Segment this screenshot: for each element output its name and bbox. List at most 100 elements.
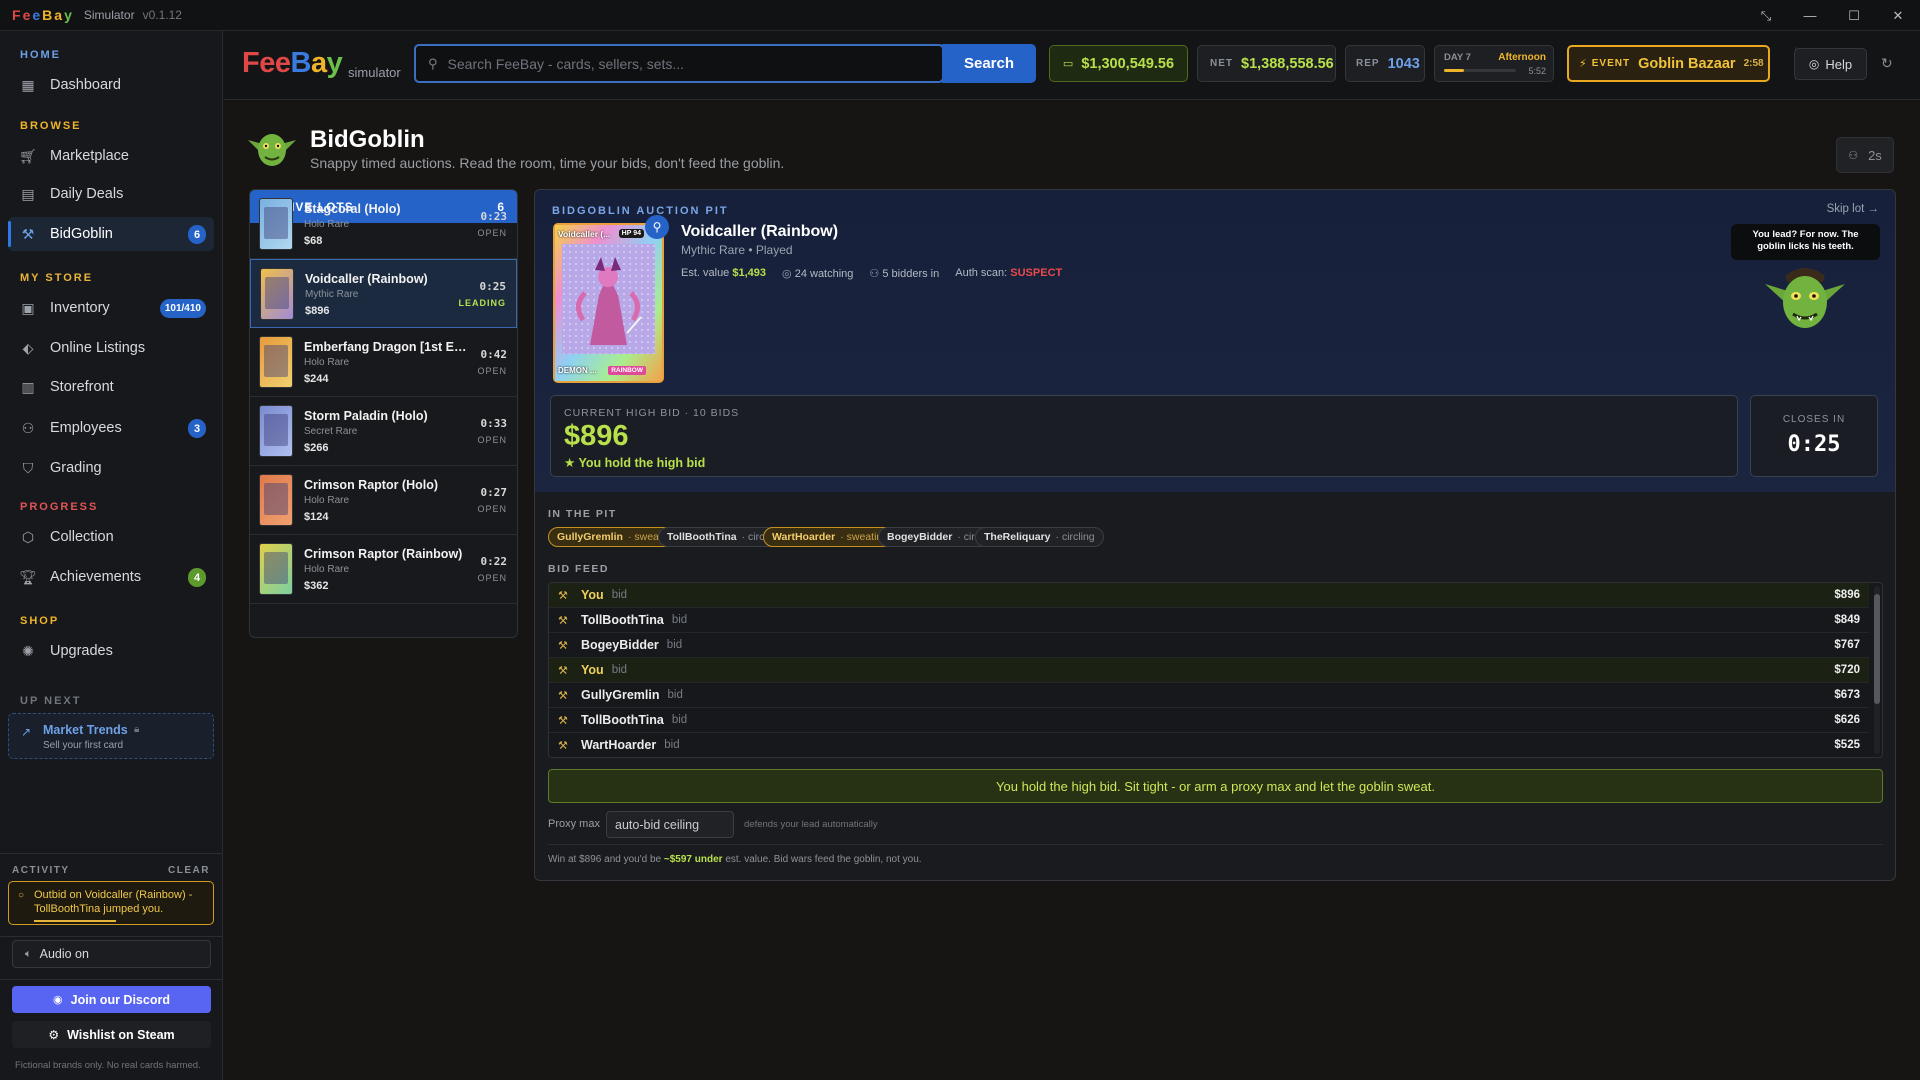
proxy-label: Proxy max	[548, 818, 600, 830]
lot-status: OPEN	[477, 435, 507, 445]
bid-feed-row: ⚒ TollBoothTina bid $626	[549, 708, 1869, 733]
sidebar-item-upgrades[interactable]: ✺ Upgrades	[8, 634, 214, 668]
gavel-icon: ⚒	[558, 714, 568, 727]
lot-name: Voidcaller (Rainbow)	[305, 272, 428, 286]
lot-item[interactable]: Emberfang Dragon [1st Ed]... Holo Rare $24…	[250, 328, 517, 397]
calendar-icon: ▤	[21, 185, 35, 202]
live-lots-panel: ⚒ LIVE LOTS 6 Stagcoral (Holo)Holo Rare$…	[249, 189, 518, 638]
search-button[interactable]: Search	[942, 44, 1036, 83]
closes-label: CLOSES IN	[1782, 414, 1846, 425]
est-value: Est. value $1,493	[681, 267, 767, 279]
page-subtitle: Snappy timed auctions. Read the room, ti…	[310, 155, 785, 171]
bidder-name: WartHoarder	[581, 738, 657, 752]
activity-divider	[0, 853, 222, 854]
activity-clear-button[interactable]: CLEAR	[168, 865, 210, 876]
help-button[interactable]: ◎ Help	[1794, 48, 1867, 80]
bid-action: bid	[666, 639, 683, 651]
discord-button[interactable]: ◉ Join our Discord	[12, 986, 211, 1013]
maximize-icon[interactable]: ☐	[1832, 0, 1876, 31]
lot-thumbnail	[259, 198, 293, 250]
links-divider	[0, 979, 222, 980]
pit-footer-note: Win at $896 and you'd be ~$597 under est…	[548, 854, 922, 865]
sidebar-item-grading[interactable]: ⛉ Grading	[8, 451, 214, 485]
sidebar-item-employees[interactable]: ⚇ Employees 3	[8, 411, 214, 445]
activity-label: ACTIVITY	[12, 865, 70, 876]
proxy-max-input[interactable]	[606, 811, 734, 838]
section-home: HOME	[20, 49, 61, 61]
card-hp: HP 94	[618, 229, 644, 238]
closes-in-box: CLOSES IN 0:25	[1750, 395, 1878, 477]
store-icon: ▥	[21, 378, 35, 395]
lot-status: OPEN	[477, 573, 507, 583]
feed-scrollbar[interactable]	[1874, 586, 1880, 754]
lot-name: Crimson Raptor (Holo)	[304, 478, 439, 492]
skip-lot-button[interactable]: Skip lot →	[1827, 203, 1879, 215]
bidder-name: GullyGremlin	[581, 688, 660, 702]
section-my-store: MY STORE	[20, 272, 94, 284]
time-of-day: Afternoon	[1498, 52, 1546, 63]
card-name: Voidcaller (Rainbow)	[681, 223, 839, 240]
proxy-hint: defends your lead automatically	[744, 819, 878, 830]
bidder-chip: WartHoarder · sweating	[763, 527, 898, 547]
sidebar-item-collection[interactable]: ⬡ Collection	[8, 520, 214, 554]
cash-display: ▭ $1,300,549.56	[1049, 45, 1188, 82]
card-art[interactable]: Voidcaller (... HP 94 DEMON ... RAINBOW	[553, 223, 664, 383]
lot-rarity: Holo Rare	[304, 495, 350, 506]
reset-icon[interactable]: ↻	[1881, 55, 1893, 72]
lot-rarity: Mythic Rare	[305, 289, 359, 300]
sidebar-item-storefront[interactable]: ▥ Storefront	[8, 370, 214, 404]
lot-item[interactable]: Voidcaller (Rainbow) Mythic Rare $896 0:25 L…	[250, 259, 517, 328]
up-next-title: Market Trends	[43, 723, 128, 737]
sidebar-item-achievements[interactable]: 🏆︎ Achievements 4	[8, 560, 214, 594]
steam-button[interactable]: ⚙ Wishlist on Steam	[12, 1021, 211, 1048]
lot-time: 0:25	[479, 280, 507, 293]
minimize-icon[interactable]: —	[1788, 0, 1832, 31]
header-logo-sub: simulator	[348, 65, 401, 80]
event-display[interactable]: ⚡︎ EVENT Goblin Bazaar 2:58	[1567, 45, 1770, 82]
card-tag: RAINBOW	[608, 366, 646, 375]
feed-scrollbar-thumb[interactable]	[1874, 594, 1880, 704]
gavel-icon: ⚒	[558, 689, 568, 702]
lot-item[interactable]: Crimson Raptor (Holo) Holo Rare $124 0:27 OP…	[250, 466, 517, 535]
day-clock: 5:52	[1528, 66, 1546, 76]
closes-timer: 0:25	[1787, 432, 1841, 457]
search-input[interactable]	[447, 55, 942, 72]
day-progress-fill	[1444, 69, 1465, 72]
bid-action: bid	[611, 589, 628, 601]
current-bid-box: CURRENT HIGH BID · 10 BIDS $896 ★ You ho…	[550, 395, 1738, 477]
activity-message: Outbid on Voidcaller (Rainbow) - TollBoo…	[34, 889, 193, 915]
sidebar-item-daily-deals[interactable]: ▤ Daily Deals	[8, 177, 214, 211]
up-next-card[interactable]: ↗ Market Trends 🔒︎ Sell your first card	[8, 713, 214, 759]
sidebar-item-bidgoblin[interactable]: ⚒ BidGoblin 6	[8, 217, 214, 251]
gavel-icon: ⚒	[558, 614, 568, 627]
lot-item[interactable]: Storm Paladin (Holo) Secret Rare $266 0:33 O…	[250, 397, 517, 466]
card-meta: Est. value $1,493 ◎ 24 watching ⚇ 5 bidd…	[681, 267, 1062, 280]
lot-thumbnail	[259, 543, 293, 595]
sidebar-item-inventory[interactable]: ▣ Inventory 101/410	[8, 291, 214, 325]
header-logo[interactable]: FeeBay	[242, 47, 343, 80]
lot-item[interactable]: Crimson Raptor (Rainbow) Holo Rare $362 0:2…	[250, 535, 517, 604]
lot-price: $896	[305, 305, 330, 317]
zoom-icon[interactable]: ⚲	[645, 215, 669, 239]
sidebar-item-dashboard[interactable]: ▦ Dashboard	[8, 68, 214, 102]
day-progress-track	[1444, 69, 1516, 72]
bid-feed-row: ⚒ BogeyBidder bid $767	[549, 633, 1869, 658]
speaker-icon: 🔈︎	[25, 947, 32, 960]
card-type: DEMON ...	[558, 366, 597, 375]
window-controls: ⤡ — ☐ ✕	[1744, 0, 1920, 31]
lot-time: 0:27	[480, 486, 508, 499]
discord-icon: ◉	[53, 994, 63, 1006]
sidebar-item-online-listings[interactable]: ⬖ Online Listings	[8, 331, 214, 365]
audio-toggle[interactable]: 🔈︎ Audio on	[12, 940, 211, 968]
header: FeeBay simulator ⚲ Search ▭$1,300,549.56…	[224, 31, 1920, 100]
close-icon[interactable]: ✕	[1876, 0, 1920, 31]
sidebar-item-marketplace[interactable]: 🛒︎ Marketplace	[8, 139, 214, 173]
page-title: BidGoblin	[310, 126, 425, 153]
bid-feed-row: ⚒ WartHoarder bid $525	[549, 733, 1869, 757]
auction-pit: BIDGOBLIN AUCTION PIT Skip lot → Voidcal…	[534, 189, 1896, 881]
goblin-head-icon	[248, 134, 296, 166]
compact-icon[interactable]: ⤡	[1744, 0, 1788, 31]
lot-item[interactable]: Stagcoral (Holo) Holo Rare $68 0:23 OPEN	[250, 190, 517, 259]
cube-icon: ⬡	[21, 528, 35, 545]
refresh-timer-pill[interactable]: ⚇ 2s	[1836, 137, 1894, 173]
